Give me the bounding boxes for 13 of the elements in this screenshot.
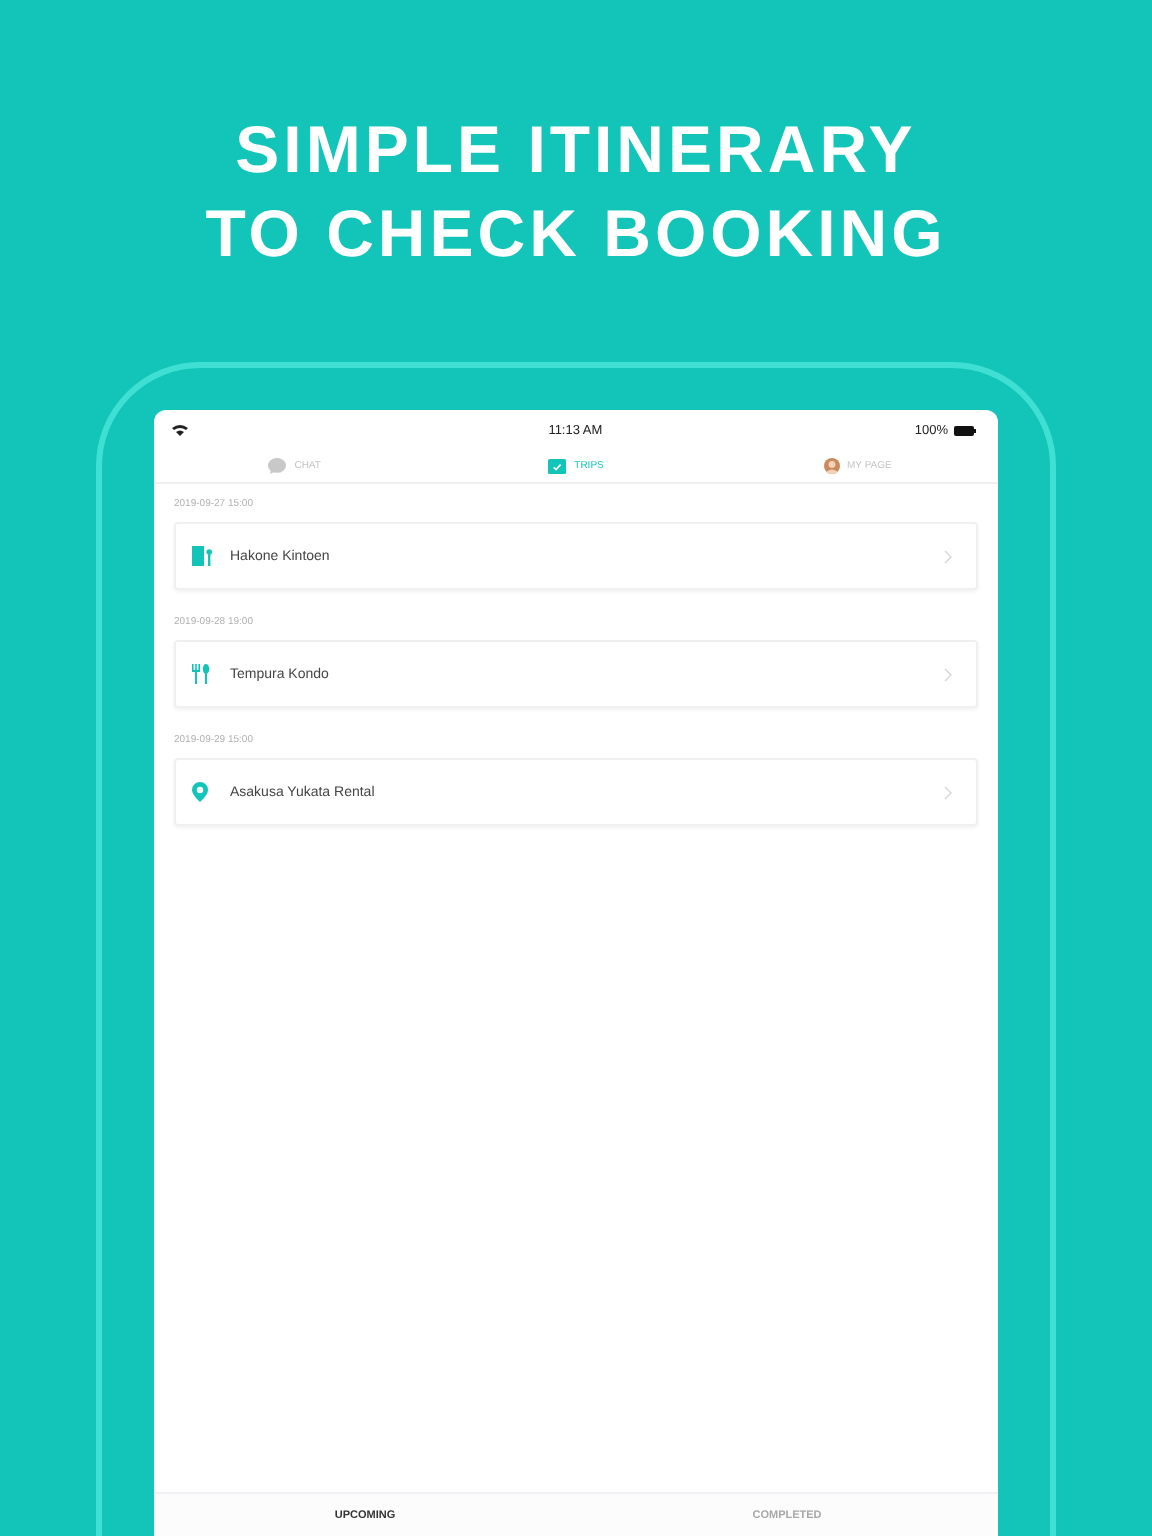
battery-icon: [953, 425, 976, 435]
chevron-right-icon: [944, 667, 952, 681]
fork-knife-icon: [192, 664, 210, 684]
headline: SIMPLE ITINERARY: [235, 110, 917, 190]
headline: TO CHECK BOOKING: [205, 194, 947, 274]
location-pin-icon: [192, 782, 208, 802]
avatar-icon: [823, 458, 840, 474]
wifi-icon: [172, 424, 188, 436]
calendar-icon: [548, 458, 567, 474]
hotel-icon: [192, 546, 214, 566]
chevron-right-icon: [944, 785, 952, 799]
chevron-right-icon: [944, 549, 952, 563]
chat-bubble-icon: [268, 458, 287, 474]
